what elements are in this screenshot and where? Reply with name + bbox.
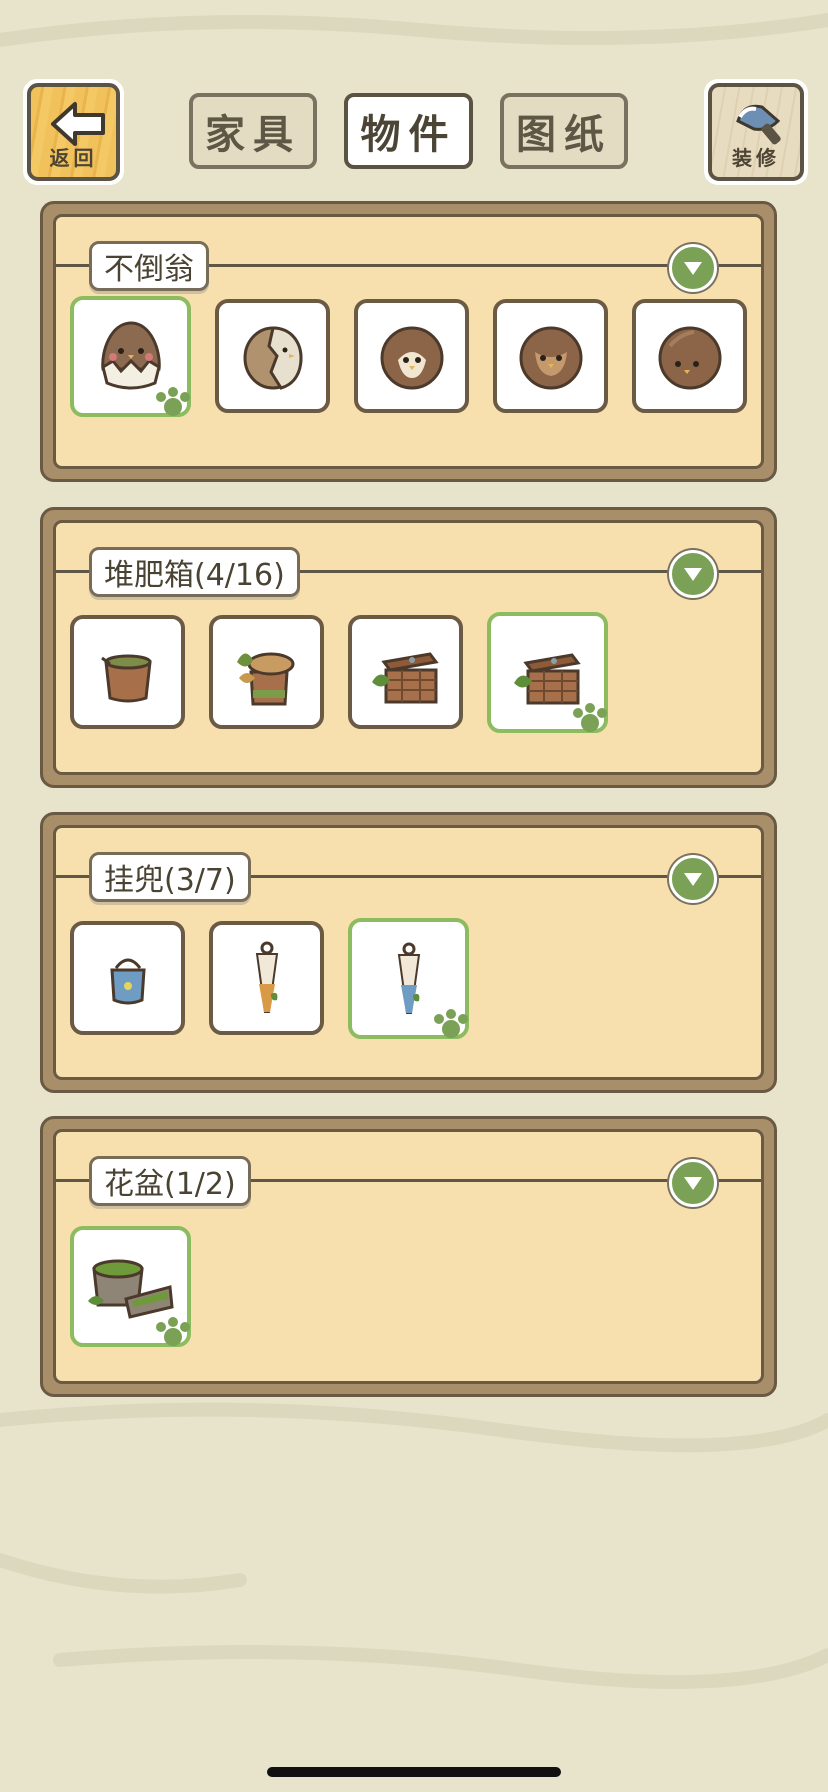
collapse-toggle[interactable] [669, 855, 717, 903]
home-indicator[interactable] [267, 1767, 561, 1777]
chevron-down-icon [684, 1177, 702, 1190]
paw-icon [434, 1009, 468, 1038]
back-button[interactable]: 返回 [23, 79, 124, 185]
item-round-penguin-face[interactable] [354, 299, 469, 413]
item-hanging-net-blue[interactable] [348, 918, 469, 1039]
item-hanging-net-orange[interactable] [209, 921, 324, 1035]
item-egg-cracked-red-cheeks[interactable] [70, 296, 191, 417]
item-compost-crate-lid[interactable] [487, 612, 608, 733]
item-compost-crate[interactable] [348, 615, 463, 729]
chevron-down-icon [684, 262, 702, 275]
tab-objects-label: 物件 [360, 112, 457, 158]
chevron-down-icon [684, 873, 702, 886]
tab-blueprints[interactable]: 图纸 [500, 93, 628, 169]
tab-furniture[interactable]: 家具 [189, 93, 317, 169]
item-mossy-flower-pot[interactable] [70, 1226, 191, 1347]
collapse-toggle[interactable] [669, 1159, 717, 1207]
section-hanging-bag: 挂兜(3/7) [40, 812, 777, 1093]
tab-furniture-label: 家具 [205, 112, 301, 158]
tab-objects[interactable]: 物件 [344, 93, 473, 169]
section-tumbler: 不倒翁 [40, 201, 777, 482]
item-compost-bucket[interactable] [70, 615, 185, 729]
item-compost-stump-leaves[interactable] [209, 615, 324, 729]
item-round-plain-face[interactable] [632, 299, 747, 413]
decorate-button[interactable]: 装修 [704, 79, 808, 185]
section-title: 花盆(1/2) [89, 1156, 251, 1206]
decorate-label: 装修 [732, 146, 780, 170]
tab-blueprints-label: 图纸 [516, 112, 612, 158]
item-egg-cracked-chick[interactable] [215, 299, 330, 413]
section-title: 堆肥箱(4/16) [89, 547, 300, 597]
section-flower-pot: 花盆(1/2) [40, 1116, 777, 1397]
paw-icon [573, 703, 607, 732]
section-title: 不倒翁 [89, 241, 209, 291]
section-title: 挂兜(3/7) [89, 852, 251, 902]
chevron-down-icon [684, 568, 702, 581]
section-compost: 堆肥箱(4/16) [40, 507, 777, 788]
paw-icon [156, 387, 190, 416]
collapse-toggle[interactable] [669, 550, 717, 598]
brush-icon [736, 104, 781, 145]
item-round-owl-face[interactable] [493, 299, 608, 413]
collapse-toggle[interactable] [669, 244, 717, 292]
back-label: 返回 [49, 146, 98, 170]
paw-icon [156, 1317, 190, 1346]
item-blue-pail[interactable] [70, 921, 185, 1035]
